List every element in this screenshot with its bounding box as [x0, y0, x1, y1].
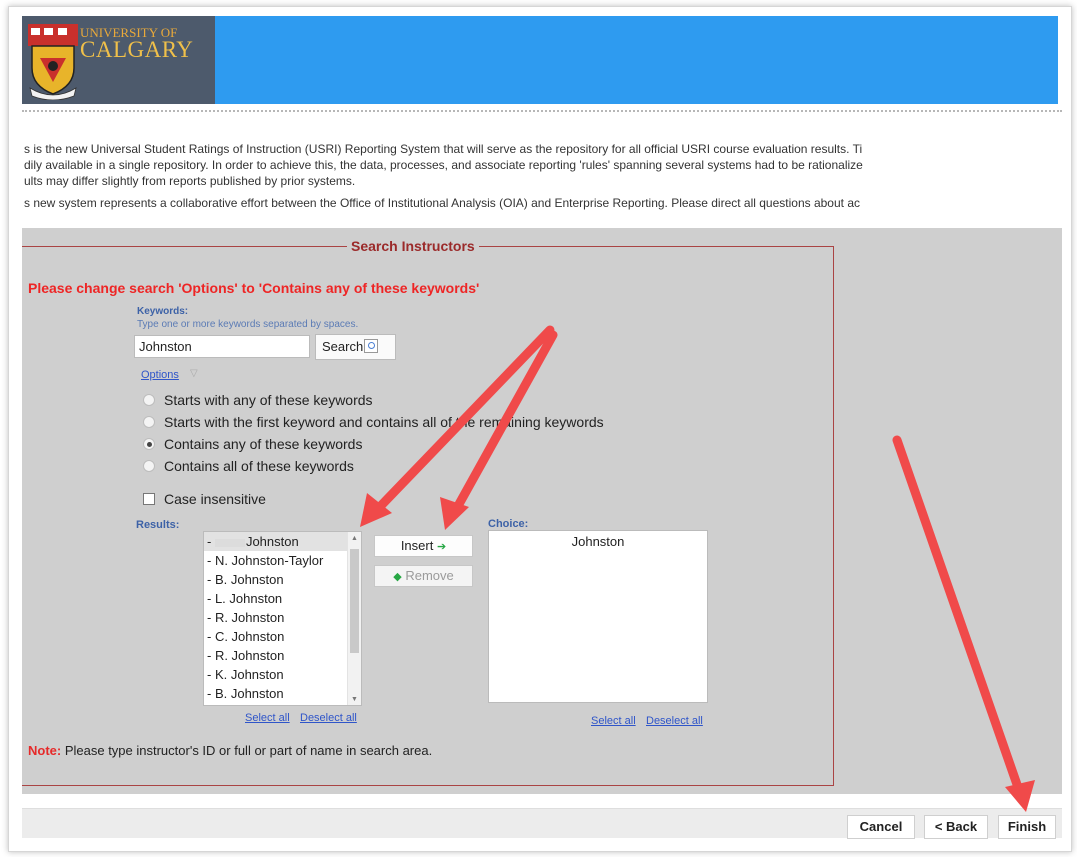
- warning-message: Please change search 'Options' to 'Conta…: [28, 280, 480, 296]
- option-contains-any[interactable]: Contains any of these keywords: [143, 436, 362, 452]
- keywords-help: Type one or more keywords separated by s…: [137, 319, 359, 330]
- scroll-up-icon[interactable]: ▲: [351, 535, 358, 542]
- checkbox-icon[interactable]: [143, 493, 155, 505]
- intro-text-line3: ults may differ slightly from reports pu…: [24, 174, 356, 188]
- list-item[interactable]: - N. Johnston-Taylor: [204, 551, 361, 570]
- scroll-down-icon[interactable]: ▼: [351, 696, 358, 703]
- intro-text-line2: dily available in a single repository. I…: [24, 158, 863, 172]
- search-button-label: Search: [322, 339, 364, 354]
- chevron-down-icon[interactable]: ▽: [190, 368, 198, 379]
- option-label: Starts with the first keyword and contai…: [164, 414, 604, 430]
- note-label: Note:: [28, 743, 62, 758]
- option-label: Contains all of these keywords: [164, 458, 354, 474]
- results-scrollbar[interactable]: ▲ ▼: [347, 532, 361, 705]
- results-deselect-all-link[interactable]: Deselect all: [300, 712, 357, 724]
- intro-text-line4: s new system represents a collaborative …: [24, 196, 860, 210]
- cancel-button[interactable]: Cancel: [847, 815, 915, 839]
- list-item[interactable]: - K. Johnston: [204, 665, 361, 684]
- header-banner: UNIVERSITY OF CALGARY: [22, 16, 1058, 104]
- list-item[interactable]: - C. Johnston: [204, 627, 361, 646]
- arrow-left-icon: ◆: [393, 571, 402, 583]
- choice-deselect-all-link[interactable]: Deselect all: [646, 715, 703, 727]
- list-item[interactable]: - L. Johnston: [204, 589, 361, 608]
- keywords-input[interactable]: Johnston: [134, 335, 310, 358]
- redacted-initial: [214, 538, 245, 547]
- insert-button-label: Insert: [400, 538, 434, 553]
- remove-button-label: Remove: [405, 568, 454, 583]
- arrow-right-icon: ➔: [436, 541, 447, 553]
- search-button[interactable]: Search: [315, 334, 396, 360]
- results-label: Results:: [136, 519, 180, 531]
- list-item[interactable]: - R. Johnston: [204, 608, 361, 627]
- radio-checked-icon[interactable]: [143, 438, 155, 450]
- choice-label: Choice:: [488, 518, 529, 530]
- list-item[interactable]: - B. Johnston: [204, 684, 361, 703]
- choice-select-all-link[interactable]: Select all: [591, 715, 636, 727]
- intro-text-line1: s is the new Universal Student Ratings o…: [24, 142, 863, 156]
- university-logo: UNIVERSITY OF CALGARY: [22, 16, 215, 104]
- search-legend: Search Instructors: [347, 238, 479, 254]
- radio-icon[interactable]: [143, 460, 155, 472]
- back-button[interactable]: < Back: [924, 815, 988, 839]
- list-item[interactable]: - Johnston: [204, 532, 361, 551]
- radio-icon[interactable]: [143, 416, 155, 428]
- options-toggle-link[interactable]: Options: [141, 369, 179, 381]
- option-label: Contains any of these keywords: [164, 436, 363, 452]
- scroll-thumb[interactable]: [350, 549, 359, 653]
- radio-icon[interactable]: [143, 394, 155, 406]
- choice-list[interactable]: Johnston: [488, 530, 708, 703]
- remove-button[interactable]: ◆ Remove: [374, 565, 473, 587]
- option-starts-with-any[interactable]: Starts with any of these keywords: [143, 392, 373, 408]
- insert-button[interactable]: Insert ➔: [374, 535, 473, 557]
- case-insensitive-option[interactable]: Case insensitive: [143, 491, 266, 507]
- dotted-divider: [22, 110, 1062, 112]
- checkbox-label: Case insensitive: [164, 491, 266, 507]
- option-starts-with-first[interactable]: Starts with the first keyword and contai…: [143, 414, 604, 430]
- note-text: Please type instructor's ID or full or p…: [61, 743, 433, 758]
- list-item[interactable]: - B. Johnston: [204, 570, 361, 589]
- crest-icon: [28, 24, 78, 100]
- option-contains-all[interactable]: Contains all of these keywords: [143, 458, 354, 474]
- university-name-large: CALGARY: [80, 37, 194, 62]
- list-item[interactable]: - R. Johnston: [204, 646, 361, 665]
- results-select-all-link[interactable]: Select all: [245, 712, 290, 724]
- search-icon: [364, 339, 379, 353]
- finish-button[interactable]: Finish: [998, 815, 1056, 839]
- search-note: Note: Please type instructor's ID or ful…: [28, 743, 432, 758]
- keywords-label: Keywords:: [137, 306, 189, 317]
- results-list[interactable]: - Johnston - N. Johnston-Taylor - B. Joh…: [203, 531, 362, 706]
- option-label: Starts with any of these keywords: [164, 392, 373, 408]
- list-item[interactable]: Johnston: [489, 531, 707, 549]
